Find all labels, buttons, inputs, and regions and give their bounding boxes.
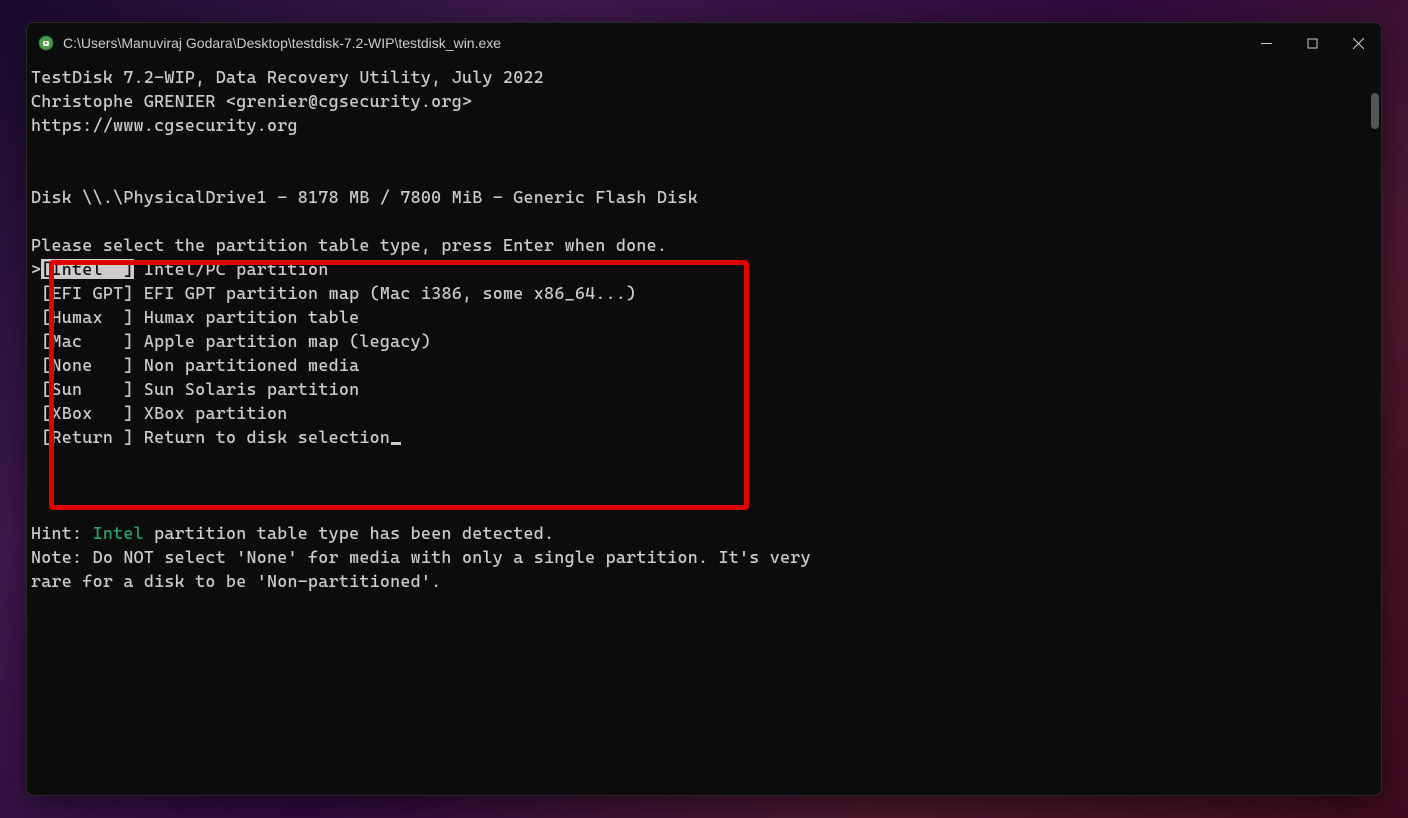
- window-title: C:\Users\Manuviraj Godara\Desktop\testdi…: [63, 35, 1243, 51]
- selector-arrow: [31, 427, 41, 447]
- partition-menu: >[Intel ] Intel/PC partition [EFI GPT] E…: [31, 257, 1377, 449]
- menu-item-desc: XBox partition: [134, 403, 288, 423]
- menu-item-mac[interactable]: [Mac ] Apple partition map (legacy): [31, 329, 1377, 353]
- selector-arrow: [31, 307, 41, 327]
- maximize-button[interactable]: [1289, 23, 1335, 63]
- close-button[interactable]: [1335, 23, 1381, 63]
- selector-arrow: [31, 331, 41, 351]
- terminal-window: C:\Users\Manuviraj Godara\Desktop\testdi…: [26, 22, 1382, 796]
- menu-item-desc: EFI GPT partition map (Mac i386, some x8…: [134, 283, 637, 303]
- hint-line: Hint: Intel partition table type has bee…: [31, 521, 1377, 545]
- menu-item-label: [Mac ]: [41, 331, 133, 351]
- titlebar[interactable]: C:\Users\Manuviraj Godara\Desktop\testdi…: [27, 23, 1381, 63]
- menu-item-desc: Non partitioned media: [134, 355, 360, 375]
- hint-detected: Intel: [93, 523, 144, 543]
- menu-item-desc: Return to disk selection: [134, 427, 391, 447]
- selector-arrow: >: [31, 259, 41, 279]
- menu-item-desc: Intel/PC partition: [134, 259, 329, 279]
- disk-info: Disk \\.\PhysicalDrive1 - 8178 MB / 7800…: [31, 185, 1377, 209]
- menu-item-label: [Return ]: [41, 427, 133, 447]
- note-line-2: rare for a disk to be 'Non-partitioned'.: [31, 569, 1377, 593]
- menu-item-label: [None ]: [41, 355, 133, 375]
- prompt: Please select the partition table type, …: [31, 233, 1377, 257]
- menu-item-efi-gpt[interactable]: [EFI GPT] EFI GPT partition map (Mac i38…: [31, 281, 1377, 305]
- menu-item-label: [Sun ]: [41, 379, 133, 399]
- selector-arrow: [31, 355, 41, 375]
- selector-arrow: [31, 379, 41, 399]
- window-controls: [1243, 23, 1381, 63]
- selector-arrow: [31, 403, 41, 423]
- menu-item-xbox[interactable]: [XBox ] XBox partition: [31, 401, 1377, 425]
- menu-item-desc: Humax partition table: [134, 307, 360, 327]
- terminal-body[interactable]: TestDisk 7.2-WIP, Data Recovery Utility,…: [27, 63, 1381, 795]
- menu-item-label: [Humax ]: [41, 307, 133, 327]
- menu-item-label: [Intel ]: [41, 259, 133, 279]
- menu-item-label: [EFI GPT]: [41, 283, 133, 303]
- menu-item-return[interactable]: [Return ] Return to disk selection: [31, 425, 1377, 449]
- minimize-button[interactable]: [1243, 23, 1289, 63]
- menu-item-intel[interactable]: >[Intel ] Intel/PC partition: [31, 257, 1377, 281]
- menu-item-desc: Apple partition map (legacy): [134, 331, 432, 351]
- app-icon: [37, 34, 55, 52]
- scrollbar[interactable]: [1371, 93, 1379, 129]
- note-line-1: Note: Do NOT select 'None' for media wit…: [31, 545, 1377, 569]
- header-line-3: https://www.cgsecurity.org: [31, 113, 1377, 137]
- selector-arrow: [31, 283, 41, 303]
- text-cursor: [391, 442, 401, 445]
- header-line-2: Christophe GRENIER <grenier@cgsecurity.o…: [31, 89, 1377, 113]
- menu-item-none[interactable]: [None ] Non partitioned media: [31, 353, 1377, 377]
- menu-item-sun[interactable]: [Sun ] Sun Solaris partition: [31, 377, 1377, 401]
- menu-item-humax[interactable]: [Humax ] Humax partition table: [31, 305, 1377, 329]
- menu-item-desc: Sun Solaris partition: [134, 379, 360, 399]
- menu-item-label: [XBox ]: [41, 403, 133, 423]
- header-line-1: TestDisk 7.2-WIP, Data Recovery Utility,…: [31, 65, 1377, 89]
